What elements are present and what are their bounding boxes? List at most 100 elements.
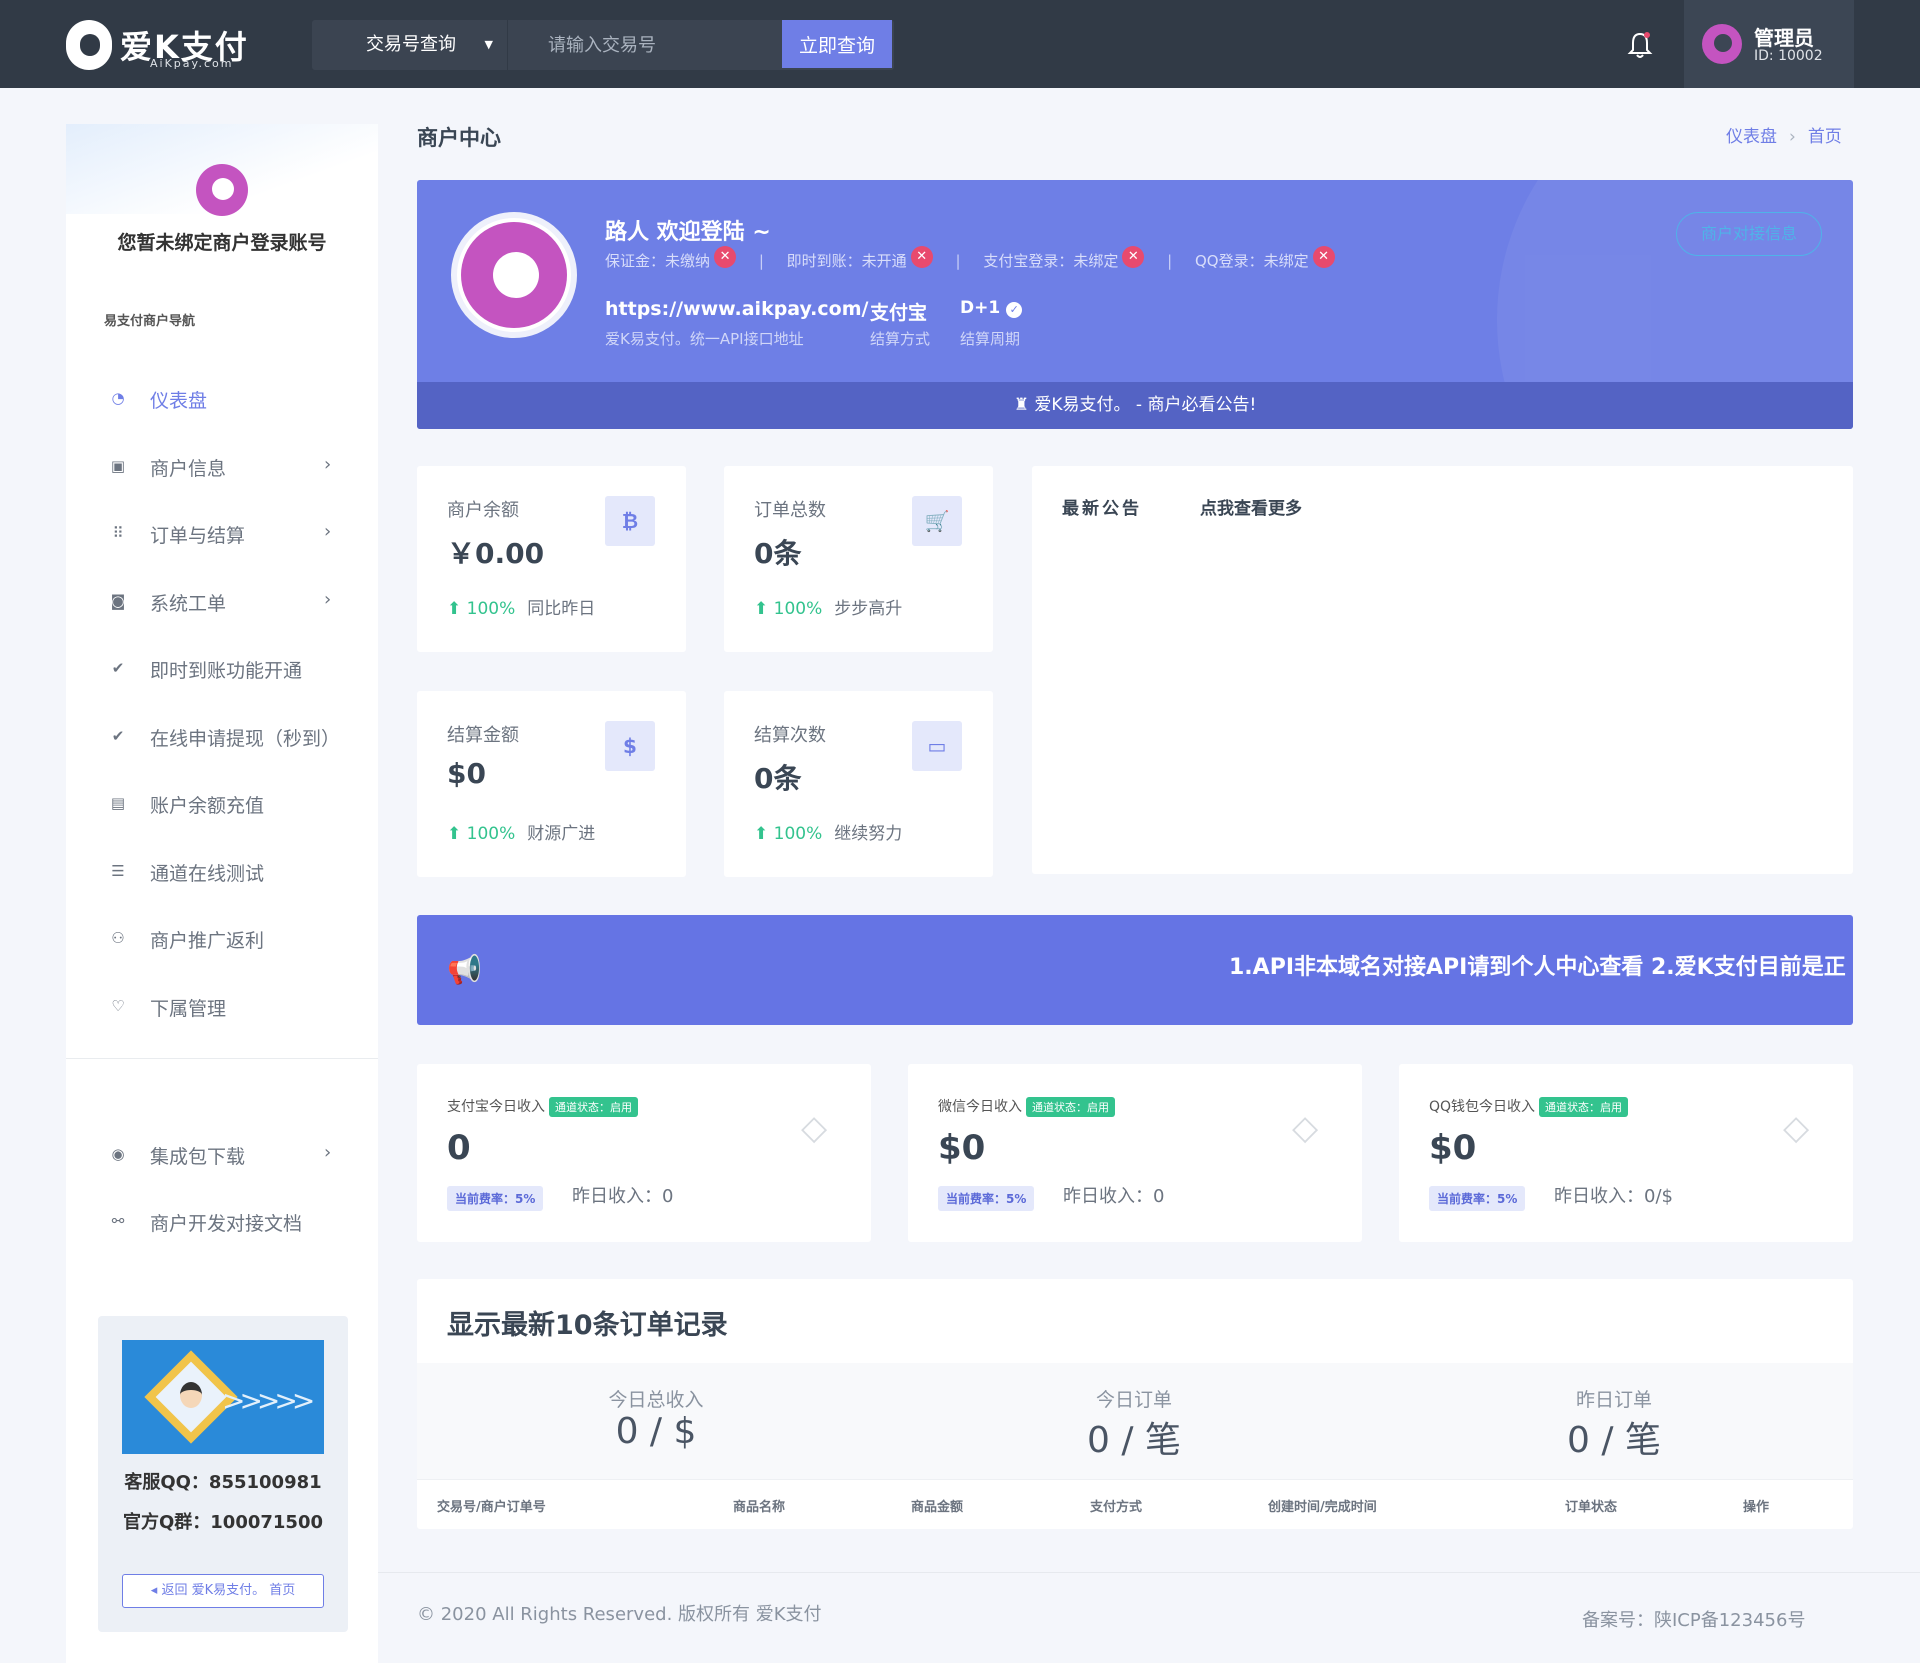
- channel-label: 微信今日收入 通道状态：启用: [938, 1096, 1115, 1117]
- stat-trend: ⬆ 100% 继续努力: [754, 819, 902, 844]
- sidebar-item-dashboard[interactable]: ◔ 仪表盘: [66, 378, 378, 418]
- chevron-right-icon: ›: [324, 454, 332, 475]
- notice-bar[interactable]: ♜ 爱K易支付。 - 商户必看公告!: [417, 382, 1853, 429]
- bell-icon[interactable]: [1626, 30, 1654, 60]
- bitcoin-icon: ₿: [605, 496, 655, 546]
- merchant-api-info-button[interactable]: 商户对接信息: [1676, 212, 1822, 256]
- welcome-panel: 路人 欢迎登陆 ~ 保证金：未缴纳 ✕ | 即时到账：未开通 ✕ | 支付宝登录：未…: [417, 180, 1853, 429]
- user-id: ID: 10002: [1754, 48, 1823, 64]
- stat-card-orders: 订单总数 🛒 0条 ⬆ 100% 步步高升: [724, 466, 993, 652]
- close-circle-icon: ✕: [1122, 245, 1145, 268]
- column-header: 支付方式: [1090, 1500, 1143, 1515]
- search-type-label: 交易号查询: [366, 34, 456, 55]
- settle-method: 支付宝: [870, 302, 928, 324]
- sidebar-item-instant[interactable]: ✔ 即时到账功能开通: [66, 648, 378, 688]
- status-badge: 通道状态：启用: [549, 1097, 638, 1117]
- stat-percent: 100%: [773, 824, 823, 844]
- column-header: 订单状态: [1565, 1500, 1618, 1515]
- page-title: 商户中心: [417, 126, 501, 150]
- sidebar-item-label: 商户开发对接文档: [150, 1213, 303, 1235]
- alipay-login-label: 支付宝登录：: [983, 252, 1074, 270]
- sidebar-divider: [66, 1058, 378, 1059]
- stat-card-settled-amount: 结算金额 $ $0 ⬆ 100% 财源广进: [417, 691, 686, 877]
- channel-income: $0: [1429, 1128, 1477, 1168]
- dashboard-icon: ◔: [111, 389, 125, 407]
- stat-label: 商户余额: [447, 500, 519, 521]
- summary-label: 今日订单: [1095, 1389, 1172, 1411]
- scrolling-notice-text: 1.API非本域名对接API请到个人中心查看 2.爱K支付目前是正: [1229, 955, 1846, 980]
- sidebar-item-sdk-download[interactable]: ◉ 集成包下载 ›: [66, 1134, 378, 1174]
- sidebar-item-label: 系统工单: [150, 593, 227, 615]
- circle-icon: ◉: [111, 1145, 125, 1163]
- sidebar-item-referral[interactable]: ⚇ 商户推广返利: [66, 918, 378, 958]
- stat-label: 订单总数: [754, 500, 826, 521]
- summary-label: 今日总收入: [608, 1389, 704, 1411]
- link-icon: ⚯: [111, 1212, 125, 1230]
- sidebar-item-withdraw[interactable]: ✔ 在线申请提现（秒到）: [66, 716, 378, 756]
- back-home-button[interactable]: ◂ 返回 爱K易支付。 首页: [122, 1574, 324, 1608]
- search-type-select[interactable]: 交易号查询 ▼: [312, 20, 508, 70]
- diamond-icon: ◇: [1292, 1108, 1319, 1148]
- column-header: 交易号/商户订单号: [437, 1500, 546, 1515]
- announcement-more-link[interactable]: 点我查看更多: [1200, 494, 1302, 519]
- api-url[interactable]: https://www.aikpay.com/: [605, 298, 868, 320]
- stat-card-settle-count: 结算次数 ▭ 0条 ⬆ 100% 继续努力: [724, 691, 993, 877]
- summary-label: 昨日订单: [1575, 1389, 1652, 1411]
- instant-value: 未开通: [861, 252, 907, 270]
- user-menu[interactable]: 管理员 ID: 10002: [1684, 0, 1854, 88]
- instant-label: 即时到账：: [786, 252, 862, 270]
- breadcrumb-home[interactable]: 首页: [1808, 127, 1842, 147]
- nav-title: 易支付商户导航: [104, 314, 196, 329]
- sidebar-item-channel-test[interactable]: ☰ 通道在线测试: [66, 851, 378, 891]
- arrow-left-icon: ◂: [150, 1583, 162, 1598]
- chevron-right-icon: ›: [324, 1142, 332, 1163]
- avatar: [1702, 24, 1742, 64]
- scrolling-notice: 📢 1.API非本域名对接API请到个人中心查看 2.爱K支付目前是正: [417, 915, 1853, 1025]
- support-banner-image: >>>>>: [122, 1340, 324, 1454]
- merchant-avatar: [451, 212, 577, 338]
- column-header: 操作: [1743, 1500, 1770, 1515]
- deposit-value: 未缴纳: [665, 252, 711, 270]
- fee-rate-badge: 当前费率：5%: [938, 1186, 1035, 1211]
- support-group: 官方Q群：100071500: [122, 1512, 324, 1533]
- support-card: >>>>> 客服QQ：855100981 官方Q群：100071500 ◂ 返回…: [98, 1316, 348, 1632]
- fee-rate-badge: 当前费率：5%: [1429, 1186, 1526, 1211]
- sidebar-item-recharge[interactable]: ▤ 账户余额充值: [66, 783, 378, 823]
- bind-notice: 您暂未绑定商户登录账号: [117, 232, 327, 254]
- user-name: 管理员: [1754, 26, 1814, 50]
- welcome-text: 路人 欢迎登陆 ~: [605, 220, 771, 245]
- stat-value: 0条: [754, 762, 802, 795]
- sidebar-item-subaccounts[interactable]: ♡ 下属管理: [66, 986, 378, 1026]
- sidebar-item-label: 订单与结算: [150, 525, 246, 547]
- channel-card-alipay: 支付宝今日收入 通道状态：启用 ◇ 0 当前费率：5% 昨日收入：0: [417, 1064, 871, 1242]
- footer-icp[interactable]: 备案号：陕ICP备123456号: [1582, 1606, 1805, 1632]
- recent-orders-panel: 显示最新10条订单记录 今日总收入 0 / $ 今日订单 0 / 笔 昨日订单 …: [417, 1279, 1853, 1529]
- megaphone-icon: 📢: [447, 953, 482, 986]
- orders-summary: 今日总收入 0 / $ 今日订单 0 / 笔 昨日订单 0 / 笔: [417, 1363, 1853, 1479]
- sidebar-item-merchant-info[interactable]: ▣ 商户信息 ›: [66, 446, 378, 486]
- column-header: 创建时间/完成时间: [1268, 1500, 1377, 1515]
- arrow-up-icon: ⬆: [754, 599, 774, 619]
- status-badge: 通道状态：启用: [1026, 1097, 1115, 1117]
- dollar-icon: $: [605, 721, 655, 771]
- sidebar-item-tickets[interactable]: ◙ 系统工单 ›: [66, 581, 378, 621]
- logo-mark-icon: [66, 20, 112, 70]
- breadcrumb: 仪表盘 › 首页: [1726, 122, 1842, 147]
- search-button[interactable]: 立即查询: [782, 20, 892, 68]
- breadcrumb-dashboard[interactable]: 仪表盘: [1726, 127, 1777, 147]
- stat-percent: 100%: [466, 824, 516, 844]
- stat-label: 结算次数: [754, 725, 826, 746]
- channel-name: 支付宝今日收入: [447, 1099, 545, 1115]
- list-icon: ☰: [111, 862, 125, 880]
- support-qq: 客服QQ：855100981: [124, 1472, 322, 1493]
- brand-logo[interactable]: 爱K支付 AiKpay.com: [66, 20, 286, 72]
- sidebar-item-orders[interactable]: ⠿ 订单与结算 ›: [66, 513, 378, 553]
- api-url-caption: 爱K易支付。统一API接口地址: [605, 330, 804, 348]
- yesterday-income: 昨日收入：0: [572, 1186, 674, 1207]
- channel-income: 0: [447, 1128, 471, 1168]
- announcement-title: 最新公告: [1062, 499, 1142, 519]
- sidebar-item-dev-docs[interactable]: ⚯ 商户开发对接文档: [66, 1201, 378, 1241]
- notice-text: 爱K易支付。 - 商户必看公告!: [1034, 395, 1257, 415]
- search-input[interactable]: [508, 20, 694, 70]
- fee-rate-badge: 当前费率：5%: [447, 1186, 544, 1211]
